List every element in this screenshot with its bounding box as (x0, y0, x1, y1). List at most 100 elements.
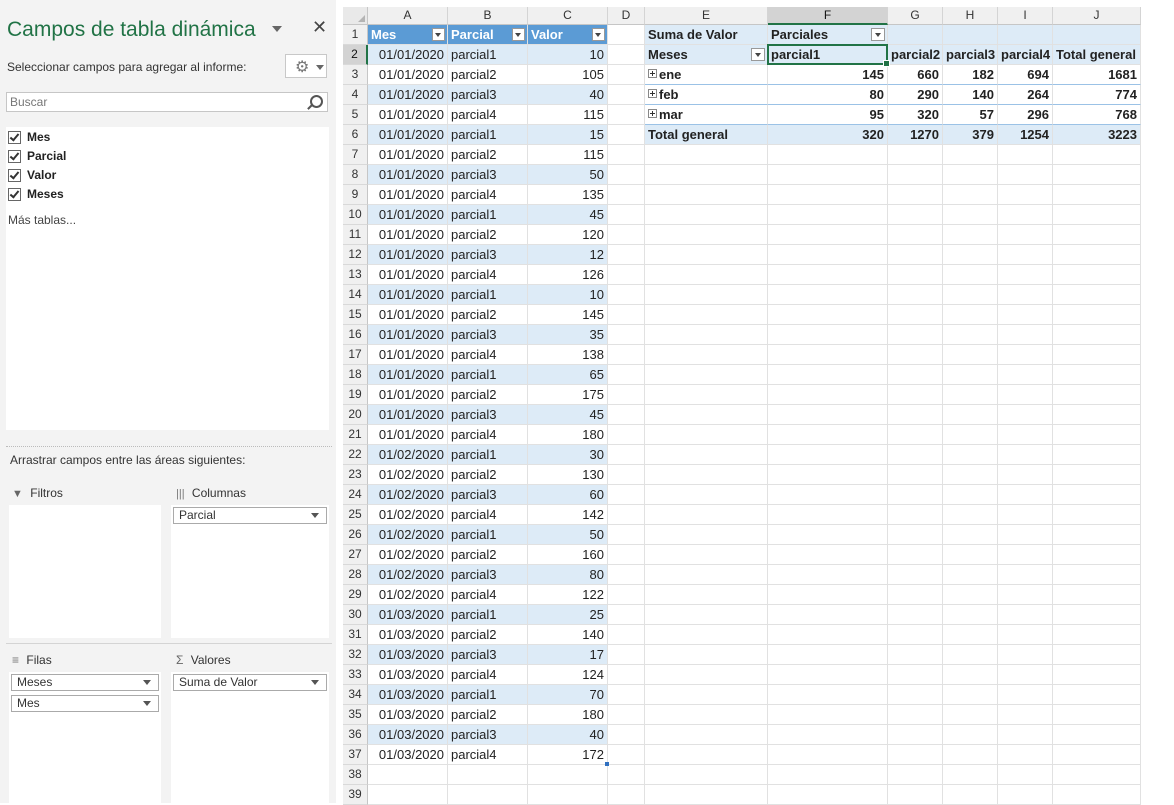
empty-cell[interactable] (888, 145, 943, 165)
table-cell[interactable]: parcial3 (448, 405, 528, 425)
empty-cell[interactable] (645, 685, 768, 705)
empty-cell[interactable] (998, 765, 1053, 785)
empty-cell[interactable] (888, 505, 943, 525)
row-header[interactable]: 25 (343, 505, 368, 525)
empty-cell[interactable] (645, 365, 768, 385)
table-cell[interactable]: 138 (528, 345, 608, 365)
table-cell[interactable]: 01/01/2020 (368, 105, 448, 125)
pivot-value[interactable]: 660 (888, 65, 943, 85)
empty-cell[interactable] (608, 445, 645, 465)
empty-cell[interactable] (998, 165, 1053, 185)
rows-field-pill[interactable]: Meses (11, 674, 159, 691)
empty-cell[interactable] (943, 465, 998, 485)
empty-cell[interactable] (608, 185, 645, 205)
row-header[interactable]: 9 (343, 185, 368, 205)
empty-cell[interactable] (768, 705, 888, 725)
empty-cell[interactable] (943, 245, 998, 265)
empty-cell[interactable] (645, 585, 768, 605)
empty-cell[interactable] (998, 685, 1053, 705)
empty-cell[interactable] (645, 185, 768, 205)
pivot-value[interactable]: 145 (768, 65, 888, 85)
filters-drop-area[interactable] (9, 505, 161, 638)
sort-filter-icon[interactable] (432, 28, 445, 41)
empty-cell[interactable] (768, 185, 888, 205)
empty-cell[interactable] (888, 285, 943, 305)
empty-cell[interactable] (998, 465, 1053, 485)
empty-cell[interactable] (998, 285, 1053, 305)
empty-cell[interactable] (1053, 545, 1141, 565)
empty-cell[interactable] (888, 245, 943, 265)
empty-cell[interactable] (448, 785, 528, 805)
table-cell[interactable]: parcial3 (448, 645, 528, 665)
empty-cell[interactable] (1053, 205, 1141, 225)
empty-cell[interactable] (943, 225, 998, 245)
column-header-f[interactable]: F (768, 7, 888, 25)
table-cell[interactable]: 01/01/2020 (368, 425, 448, 445)
empty-cell[interactable] (888, 585, 943, 605)
row-header[interactable]: 33 (343, 665, 368, 685)
empty-cell[interactable] (943, 545, 998, 565)
expand-icon[interactable] (648, 69, 657, 78)
empty-cell[interactable] (1053, 705, 1141, 725)
empty-cell[interactable] (645, 225, 768, 245)
expand-icon[interactable] (648, 89, 657, 98)
pivot-value[interactable]: 694 (998, 65, 1053, 85)
table-cell[interactable]: parcial3 (448, 325, 528, 345)
table-cell[interactable]: 15 (528, 125, 608, 145)
empty-cell[interactable] (528, 785, 608, 805)
empty-cell[interactable] (608, 405, 645, 425)
empty-cell[interactable] (998, 565, 1053, 585)
values-drop-area[interactable]: Suma de Valor (171, 672, 329, 803)
table-cell[interactable]: 01/01/2020 (368, 345, 448, 365)
empty-cell[interactable] (998, 205, 1053, 225)
column-header-a[interactable]: A (368, 7, 448, 25)
empty-cell[interactable] (645, 385, 768, 405)
empty-cell[interactable] (645, 745, 768, 765)
table-cell[interactable]: 17 (528, 645, 608, 665)
empty-cell[interactable] (608, 525, 645, 545)
table-cell[interactable]: 01/01/2020 (368, 405, 448, 425)
empty-cell[interactable] (943, 445, 998, 465)
table-cell[interactable]: parcial3 (448, 725, 528, 745)
pivot-column-item[interactable]: parcial4 (998, 45, 1053, 65)
empty-cell[interactable] (608, 745, 645, 765)
empty-cell[interactable] (608, 265, 645, 285)
filter-dropdown-icon[interactable] (751, 48, 765, 61)
table-cell[interactable]: parcial1 (448, 605, 528, 625)
table-cell[interactable]: 01/01/2020 (368, 305, 448, 325)
empty-cell[interactable] (998, 665, 1053, 685)
table-cell[interactable]: 01/01/2020 (368, 285, 448, 305)
empty-cell[interactable] (943, 205, 998, 225)
pivot-cell[interactable] (943, 25, 998, 45)
empty-cell[interactable] (645, 625, 768, 645)
empty-cell[interactable] (943, 385, 998, 405)
empty-cell[interactable] (768, 385, 888, 405)
table-cell[interactable]: 01/02/2020 (368, 585, 448, 605)
empty-cell[interactable] (1053, 185, 1141, 205)
pivot-cell[interactable] (998, 25, 1053, 45)
empty-cell[interactable] (768, 485, 888, 505)
empty-cell[interactable] (608, 725, 645, 745)
table-cell[interactable]: 01/01/2020 (368, 185, 448, 205)
table-header-cell[interactable]: Parcial (448, 25, 528, 45)
empty-cell[interactable] (998, 345, 1053, 365)
empty-cell[interactable] (1053, 165, 1141, 185)
table-cell[interactable]: 01/01/2020 (368, 145, 448, 165)
checkbox-checked-icon[interactable] (8, 131, 21, 144)
row-header[interactable]: 20 (343, 405, 368, 425)
empty-cell[interactable] (998, 445, 1053, 465)
row-header[interactable]: 8 (343, 165, 368, 185)
empty-cell[interactable] (645, 705, 768, 725)
empty-cell[interactable] (768, 725, 888, 745)
empty-cell[interactable] (998, 745, 1053, 765)
empty-cell[interactable] (998, 325, 1053, 345)
empty-cell[interactable] (1053, 625, 1141, 645)
checkbox-checked-icon[interactable] (8, 150, 21, 163)
row-header[interactable]: 17 (343, 345, 368, 365)
empty-cell[interactable] (645, 445, 768, 465)
checkbox-checked-icon[interactable] (8, 188, 21, 201)
pivot-column-item[interactable]: parcial3 (943, 45, 998, 65)
empty-cell[interactable] (1053, 305, 1141, 325)
empty-cell[interactable] (1053, 665, 1141, 685)
empty-cell[interactable] (998, 505, 1053, 525)
